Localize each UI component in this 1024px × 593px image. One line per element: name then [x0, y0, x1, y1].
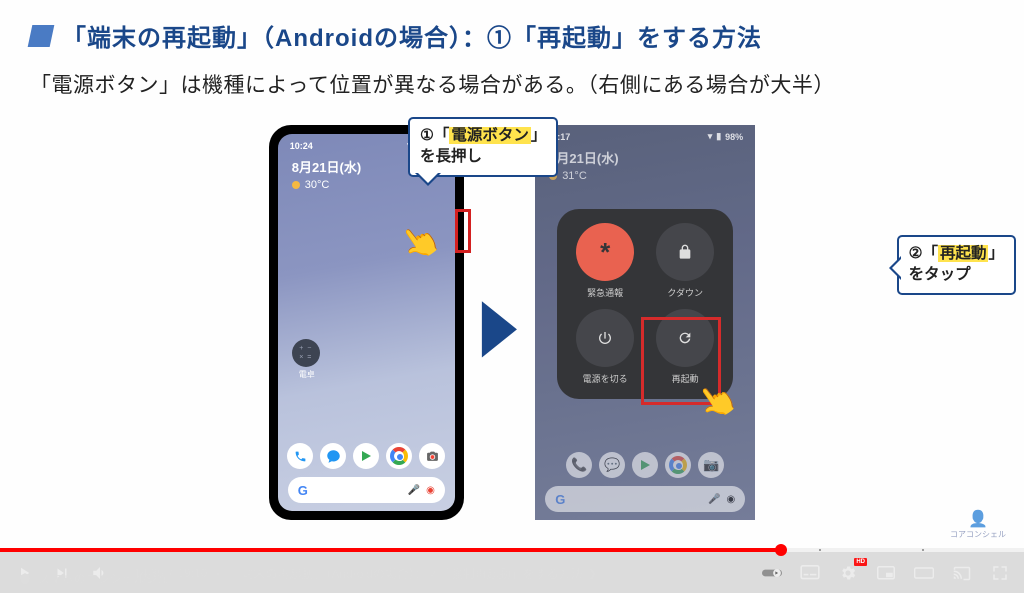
- google-logo: G: [555, 492, 565, 507]
- channel-name-text: スマホのコンシェルジュ: [38, 570, 169, 587]
- status-time: 10:24: [290, 141, 313, 151]
- cast-button[interactable]: [952, 563, 972, 583]
- theater-mode-button[interactable]: [914, 563, 934, 583]
- app-dock-2: 📞 💬 📷: [535, 452, 755, 478]
- arrow-icon: ▶: [482, 279, 517, 365]
- channel-logo-icon: [18, 572, 32, 586]
- c1-highlight: 電源ボタン: [449, 127, 531, 144]
- settings-button[interactable]: HD: [838, 563, 858, 583]
- calculator-widget: +−×= 電卓: [292, 339, 322, 380]
- fullscreen-button[interactable]: [990, 563, 1010, 583]
- search-bar-icons: 🎤 ◉: [708, 494, 735, 505]
- app-dock: [278, 443, 455, 469]
- signal-icon: ▮: [716, 131, 721, 142]
- lockdown-button: クダウン: [651, 223, 719, 299]
- c2-line2: をタップ: [909, 266, 971, 283]
- captions-button[interactable]: [800, 563, 820, 583]
- callout-step-2: ②「再起動」 をタップ: [897, 235, 1016, 295]
- temp-value: 30°C: [305, 179, 330, 191]
- calculator-label: 電卓: [292, 369, 322, 380]
- callout-step-1: ①「電源ボタン」 を長押し: [408, 117, 558, 177]
- power-menu: * 緊急通報 クダウン 電源を切る 再起動: [557, 209, 733, 399]
- messages-app-icon: [320, 443, 346, 469]
- search-bar-icons: 🎤 ◉: [408, 485, 435, 496]
- lock-icon: [656, 223, 714, 281]
- power-off-label: 電源を切る: [583, 372, 628, 385]
- chevron-right-icon[interactable]: ❯: [588, 567, 597, 580]
- chrome-icon: [665, 452, 691, 478]
- emergency-call-button: * 緊急通報: [571, 223, 639, 299]
- phone-app-icon: 📞: [566, 452, 592, 478]
- play-store-icon: [353, 443, 379, 469]
- google-logo: G: [298, 483, 308, 498]
- chrome-icon: [386, 443, 412, 469]
- lens-icon: ◉: [426, 485, 435, 496]
- slide-content: 「端末の再起動」（Androidの場合）：①「再起動」をする方法 「電源ボタン」…: [0, 0, 1024, 548]
- emergency-label: 緊急通報: [587, 286, 623, 299]
- c1-line2: を長押し: [420, 148, 482, 165]
- slide-subtitle: 「電源ボタン」は機種によって位置が異なる場合がある。（右側にある場合が大半）: [30, 69, 994, 99]
- phone-right-screen: 10:17 ▾ ▮ 98% 8月21日(水) 31°C *: [535, 125, 755, 520]
- title-row: 「端末の再起動」（Androidの場合）：①「再起動」をする方法: [30, 18, 994, 53]
- home-weather-2: 31°C: [535, 167, 755, 185]
- c2-highlight: 再起動: [938, 245, 989, 262]
- home-date-2: 8月21日(水): [535, 144, 755, 167]
- phone-right: 10:17 ▾ ▮ 98% 8月21日(水) 31°C *: [535, 125, 755, 520]
- weather-icon: [292, 181, 300, 189]
- chapter-title[interactable]: 「端末の再起動」（Androidの場合）：②「強制再起動」をする方法: [229, 565, 582, 582]
- c1-prefix: ①「: [420, 127, 449, 144]
- time-separator: /: [169, 566, 172, 580]
- phones-area: 10:24 ▾ ▮ 96% 8月21日(水) 30°C +−×=: [30, 117, 994, 520]
- c1-suffix: 」: [531, 127, 547, 144]
- channel-overlay[interactable]: スマホのコンシェルジュ: [18, 570, 169, 587]
- emergency-icon: *: [576, 223, 634, 281]
- mic-icon: 🎤: [708, 494, 720, 505]
- lockdown-label: クダウン: [667, 286, 703, 299]
- slide-title: 「端末の再起動」（Androidの場合）：①「再起動」をする方法: [62, 18, 762, 53]
- autoplay-toggle[interactable]: [762, 563, 782, 583]
- controls-right: HD: [762, 563, 1010, 583]
- power-off-button: 電源を切る: [571, 309, 639, 385]
- power-button-highlight: [455, 209, 471, 253]
- watermark-icon: 👤: [950, 509, 1006, 529]
- calculator-icon: +−×=: [292, 339, 320, 367]
- time-display: 14:35 / 19:10 ・ 「端末の再起動」（Androidの場合）：②「強…: [134, 565, 597, 582]
- wifi-icon: ▾: [708, 131, 713, 142]
- messages-app-icon: 💬: [599, 452, 625, 478]
- mic-icon: 🎤: [408, 485, 420, 496]
- channel-watermark: 👤 コアコンシェル: [950, 509, 1006, 540]
- google-search-bar-2: G 🎤 ◉: [545, 486, 745, 512]
- bullet: ・: [212, 565, 224, 582]
- status-right-2: ▾ ▮ 98%: [708, 131, 744, 142]
- watermark-label: コアコンシェル: [950, 529, 1006, 540]
- progress-scrubber[interactable]: [775, 544, 787, 556]
- status-bar-2: 10:17 ▾ ▮ 98%: [535, 125, 755, 144]
- progress-played: [0, 548, 781, 552]
- play-store-icon: [632, 452, 658, 478]
- total-time: 19:10: [177, 566, 207, 580]
- camera-icon: 📷: [698, 452, 724, 478]
- progress-bar[interactable]: [0, 548, 1024, 552]
- c2-suffix: 」: [988, 245, 1004, 262]
- lens-icon: ◉: [726, 494, 735, 505]
- power-icon: [576, 309, 634, 367]
- miniplayer-button[interactable]: [876, 563, 896, 583]
- title-decoration: [28, 25, 55, 47]
- temp-value-2: 31°C: [562, 170, 587, 182]
- camera-icon: [419, 443, 445, 469]
- phone-app-icon: [287, 443, 313, 469]
- battery-text-2: 98%: [725, 132, 743, 142]
- google-search-bar: G 🎤 ◉: [288, 477, 445, 503]
- hd-badge: HD: [854, 558, 867, 566]
- c2-prefix: ②「: [909, 245, 938, 262]
